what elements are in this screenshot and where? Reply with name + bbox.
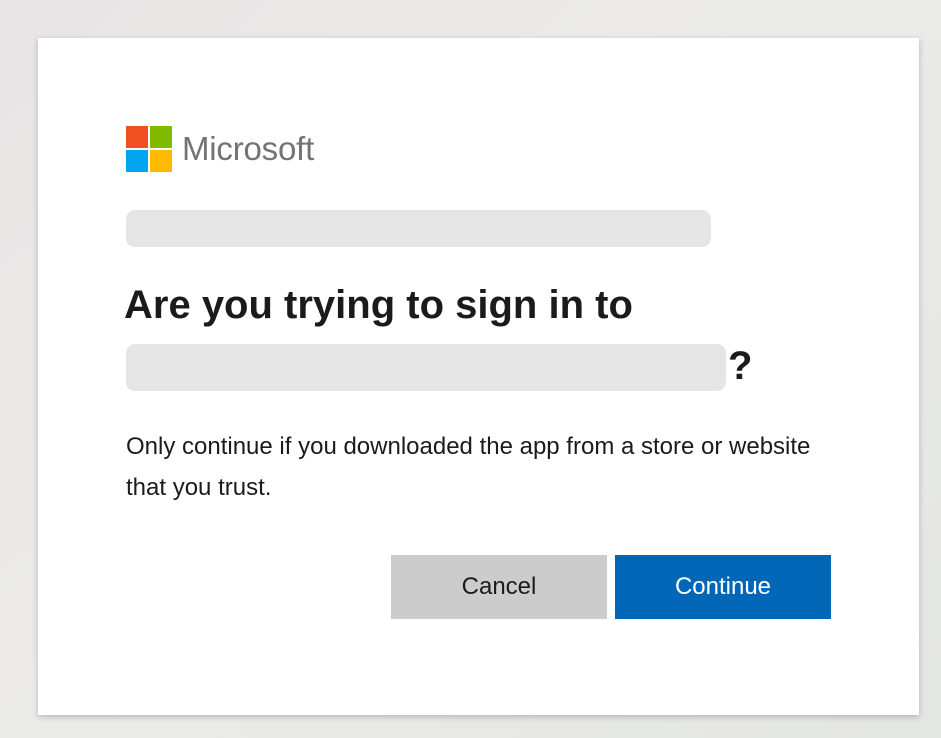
page-title: Are you trying to sign in to: [124, 283, 633, 327]
page-title-question-mark: ?: [728, 344, 753, 388]
sign-in-consent-card: Microsoft Are you trying to sign in to ?…: [38, 38, 919, 715]
cancel-button[interactable]: Cancel: [391, 555, 607, 619]
redacted-app-name: [126, 344, 726, 391]
continue-button[interactable]: Continue: [615, 555, 831, 619]
logo-square-green: [150, 126, 172, 148]
redacted-account-identifier: [126, 210, 711, 247]
microsoft-logo-icon: [126, 126, 172, 172]
logo-square-blue: [126, 150, 148, 172]
logo-square-yellow: [150, 150, 172, 172]
logo-square-red: [126, 126, 148, 148]
trust-warning-text: Only continue if you downloaded the app …: [126, 433, 811, 501]
brand-name: Microsoft: [182, 130, 315, 167]
brand-header: Microsoft: [126, 125, 314, 173]
